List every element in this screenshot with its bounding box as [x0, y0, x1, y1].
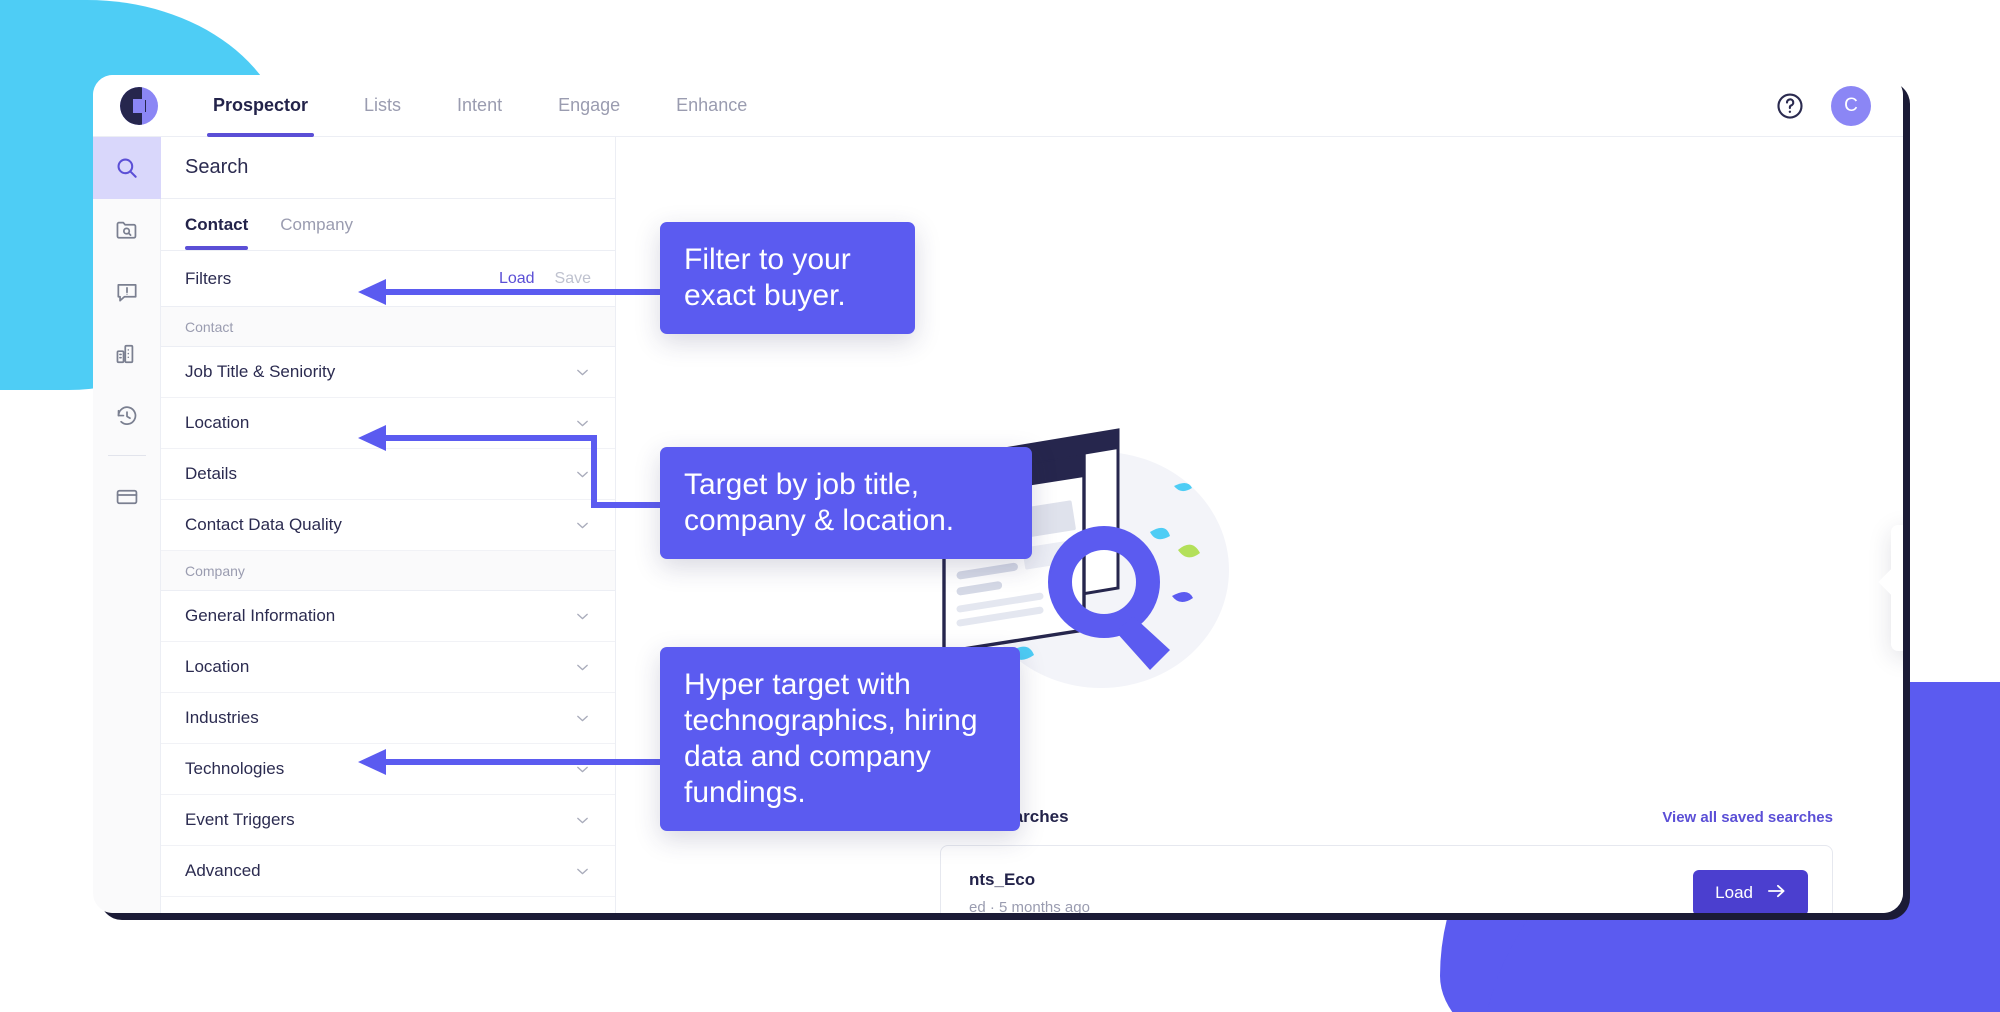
question-circle-icon[interactable] [1775, 91, 1805, 121]
chevron-down-icon [574, 710, 591, 727]
filters-title: Filters [185, 268, 232, 288]
filter-row-advanced[interactable]: Advanced [161, 846, 615, 897]
nav-item-prospector[interactable]: Prospector [185, 75, 336, 137]
nav-item-intent[interactable]: Intent [429, 75, 530, 137]
rail-item-search[interactable] [93, 137, 161, 199]
page-root: Prospector Lists Intent Engage Enhance C [0, 0, 2000, 1012]
callout-hyper-target: Hyper target with technographics, hiring… [660, 647, 1020, 831]
filter-row-label: Event Triggers [185, 810, 295, 829]
filter-group-heading-company: Company [161, 551, 615, 591]
logo-container [93, 86, 185, 125]
filter-row-technologies[interactable]: Technologies [161, 744, 615, 795]
rail-item-saved-searches[interactable] [93, 199, 161, 261]
rail-item-alerts[interactable] [93, 261, 161, 323]
filter-row-label: Location [185, 657, 250, 676]
tab-contact[interactable]: Contact [185, 199, 249, 250]
filter-row-label: Industries [185, 708, 259, 727]
filter-row-general-information[interactable]: General Information [161, 591, 615, 642]
rail-item-billing[interactable] [93, 466, 161, 528]
load-saved-search-button[interactable]: Load [1693, 870, 1808, 913]
saved-searches-section: Saved searches View all saved searches n… [940, 807, 1833, 913]
nav-item-lists[interactable]: Lists [336, 75, 429, 137]
chevron-down-icon [574, 761, 591, 778]
tab-company[interactable]: Company [280, 199, 353, 250]
chevron-down-icon [574, 863, 591, 880]
cognism-logo-icon [120, 86, 158, 125]
save-filters-link[interactable]: Save [555, 270, 591, 288]
nav-item-enhance[interactable]: Enhance [648, 75, 775, 137]
filter-row-contact-data-quality[interactable]: Contact Data Quality [161, 500, 615, 551]
load-filters-link[interactable]: Load [499, 270, 535, 288]
filter-panel: Search Contact Company Filters Load Save… [161, 137, 616, 913]
saved-searches-header: Saved searches View all saved searches [940, 807, 1833, 827]
chevron-down-icon [574, 517, 591, 534]
welcome-tooltip-card: Welcome back! Load a saved search or cre… [1891, 525, 1903, 652]
chevron-down-icon [574, 812, 591, 829]
filter-row-label: Technologies [185, 759, 285, 778]
saved-search-meta: ed · 5 months ago [969, 899, 1090, 913]
filter-row-label: General Information [185, 606, 336, 625]
saved-search-row[interactable]: nts_Eco ed · 5 months ago Load [940, 845, 1833, 913]
callout-filter-to-your-exact-buyer: Filter to your exact buyer. [660, 222, 915, 334]
callout-target-by-job-title: Target by job title, company & location. [660, 447, 1032, 559]
filter-group-heading-contact: Contact [161, 307, 615, 347]
filters-actions: Load Save [499, 270, 591, 288]
chevron-down-icon [574, 608, 591, 625]
saved-search-info: nts_Eco ed · 5 months ago [969, 870, 1090, 913]
top-bar-right-actions: C [1775, 85, 1903, 126]
arrow-right-icon [1767, 883, 1786, 904]
filter-row-company-location[interactable]: Location [161, 642, 615, 693]
filter-row-label: Contact Data Quality [185, 515, 342, 534]
top-navigation-bar: Prospector Lists Intent Engage Enhance C [93, 75, 1903, 137]
filter-row-event-triggers[interactable]: Event Triggers [161, 795, 615, 846]
filter-row-job-title-seniority[interactable]: Job Title & Seniority [161, 347, 615, 398]
entity-tabs: Contact Company [161, 199, 615, 251]
user-avatar[interactable]: C [1831, 85, 1871, 126]
chevron-down-icon [574, 659, 591, 676]
filter-row-label: Job Title & Seniority [185, 362, 336, 381]
filters-header: Filters Load Save [161, 251, 615, 307]
rail-item-companies[interactable] [93, 323, 161, 385]
nav-item-engage[interactable]: Engage [530, 75, 648, 137]
filter-row-label: Details [185, 464, 237, 483]
filter-row-label: Location [185, 413, 250, 432]
chevron-down-icon [574, 415, 591, 432]
view-all-saved-searches-link[interactable]: View all saved searches [1662, 809, 1833, 826]
rail-divider [107, 455, 146, 456]
saved-search-name: nts_Eco [969, 870, 1036, 889]
main-nav: Prospector Lists Intent Engage Enhance [185, 75, 775, 137]
filter-row-label: Advanced [185, 861, 261, 880]
icon-rail [93, 137, 161, 913]
rail-item-history[interactable] [93, 385, 161, 447]
filter-row-contact-location[interactable]: Location [161, 398, 615, 449]
filter-row-details[interactable]: Details [161, 449, 615, 500]
load-button-label: Load [1715, 883, 1753, 902]
chevron-down-icon [574, 364, 591, 381]
filter-row-industries[interactable]: Industries [161, 693, 615, 744]
chevron-down-icon [574, 466, 591, 483]
search-page-title: Search [161, 137, 615, 199]
